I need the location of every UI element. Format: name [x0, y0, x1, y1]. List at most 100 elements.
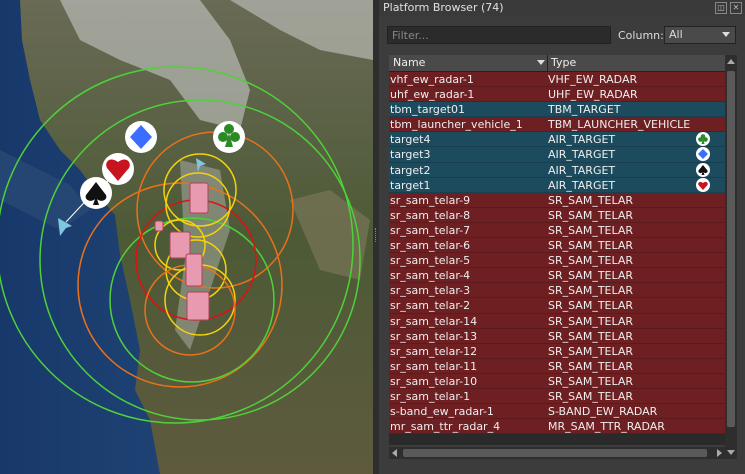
table-row[interactable]: tbm_launcher_vehicle_1 TBM_LAUNCHER_VEHIC…	[389, 117, 725, 133]
cell-type: AIR_TARGET	[548, 163, 616, 177]
table-row[interactable]: s-band_ew_radar-1 S-BAND_EW_RADAR	[389, 404, 725, 420]
cell-type: SR_SAM_TELAR	[548, 208, 634, 222]
table-row[interactable]: sr_sam_telar-2 SR_SAM_TELAR	[389, 298, 725, 314]
scroll-down-icon[interactable]	[727, 450, 735, 455]
cell-name: tbm_launcher_vehicle_1	[390, 118, 523, 132]
table-row[interactable]: sr_sam_telar-10 SR_SAM_TELAR	[389, 373, 725, 389]
cell-type: SR_SAM_TELAR	[548, 389, 634, 403]
column-header-type[interactable]: Type	[551, 56, 576, 69]
target1-marker-heart-icon[interactable]	[102, 153, 134, 185]
cell-name: sr_sam_telar-7	[390, 223, 471, 237]
table-row[interactable]: sr_sam_telar-8 SR_SAM_TELAR	[389, 207, 725, 223]
diamond-icon	[696, 147, 710, 162]
scroll-right-icon[interactable]	[717, 449, 722, 457]
splitter-grip[interactable]	[375, 228, 378, 242]
horizontal-scrollbar[interactable]	[389, 447, 725, 459]
spade-icon	[696, 162, 710, 177]
cell-name: sr_sam_telar-5	[390, 254, 471, 268]
table-row[interactable]: tbm_target01 TBM_TARGET	[389, 102, 725, 118]
close-icon[interactable]: ✕	[730, 2, 742, 14]
table-row[interactable]: uhf_ew_radar-1 UHF_EW_RADAR	[389, 87, 725, 103]
cell-type: TBM_TARGET	[548, 103, 621, 117]
heart-icon	[696, 177, 710, 192]
cell-type: SR_SAM_TELAR	[548, 374, 634, 388]
cell-name: uhf_ew_radar-1	[390, 88, 475, 102]
vertical-scroll-thumb[interactable]	[727, 71, 735, 427]
filter-input[interactable]: Filter...	[387, 26, 611, 44]
cell-name: s-band_ew_radar-1	[390, 405, 494, 419]
cell-name: sr_sam_telar-1	[390, 389, 471, 403]
cell-name: vhf_ew_radar-1	[390, 73, 474, 86]
table-row[interactable]: sr_sam_telar-4 SR_SAM_TELAR	[389, 268, 725, 284]
platform-table: Name Type vhf_ew_radar-1 VHF_EW_RADAR uhf_…	[389, 55, 725, 445]
cell-type: SR_SAM_TELAR	[548, 269, 634, 283]
cell-name: sr_sam_telar-3	[390, 284, 471, 298]
sort-descending-icon	[537, 60, 545, 65]
target4-marker-club-icon[interactable]	[213, 121, 245, 153]
table-row[interactable]: target1 AIR_TARGET	[389, 177, 725, 193]
table-row[interactable]: sr_sam_telar-9 SR_SAM_TELAR	[389, 192, 725, 208]
cell-name: sr_sam_telar-6	[390, 239, 471, 253]
cell-type: MR_SAM_TTR_RADAR	[548, 420, 665, 434]
table-row[interactable]: sr_sam_telar-14 SR_SAM_TELAR	[389, 313, 725, 329]
cell-name: target3	[390, 148, 431, 162]
table-row[interactable]: sr_sam_telar-5 SR_SAM_TELAR	[389, 253, 725, 269]
cell-type: SR_SAM_TELAR	[548, 329, 634, 343]
target3-marker-diamond-icon[interactable]	[125, 121, 157, 153]
horizontal-scroll-thumb[interactable]	[403, 449, 707, 457]
map-view[interactable]	[0, 0, 373, 474]
table-row[interactable]: target4 AIR_TARGET	[389, 132, 725, 148]
cell-name: sr_sam_telar-11	[390, 359, 478, 373]
cell-type: S-BAND_EW_RADAR	[548, 405, 658, 419]
scroll-left-icon[interactable]	[392, 449, 397, 457]
map-canvas[interactable]	[0, 0, 373, 474]
cell-type: SR_SAM_TELAR	[548, 254, 634, 268]
table-row[interactable]: mr_sam_ttr_radar_4 MR_SAM_TTR_RADAR	[389, 419, 725, 435]
vertical-scrollbar[interactable]	[725, 55, 737, 459]
platform-browser-panel: Platform Browser (74) ◫ ✕ Filter... Colu…	[379, 0, 745, 474]
cell-name: target1	[390, 178, 431, 192]
table-row[interactable]: target3 AIR_TARGET	[389, 147, 725, 163]
scroll-up-icon[interactable]	[727, 59, 735, 64]
club-icon	[696, 132, 710, 147]
cell-type: UHF_EW_RADAR	[548, 88, 638, 102]
column-select-value: All	[669, 28, 683, 41]
cell-name: sr_sam_telar-4	[390, 269, 471, 283]
table-row[interactable]: sr_sam_telar-6 SR_SAM_TELAR	[389, 238, 725, 254]
table-row[interactable]: target2 AIR_TARGET	[389, 162, 725, 178]
cell-name: sr_sam_telar-13	[390, 329, 478, 343]
cell-type: AIR_TARGET	[548, 133, 616, 147]
table-row[interactable]: sr_sam_telar-12 SR_SAM_TELAR	[389, 343, 725, 359]
panel-title: Platform Browser (74)	[383, 1, 504, 14]
table-row[interactable]: sr_sam_telar-13 SR_SAM_TELAR	[389, 328, 725, 344]
column-select[interactable]: All	[664, 26, 736, 44]
table-row[interactable]: sr_sam_telar-7 SR_SAM_TELAR	[389, 222, 725, 239]
column-header-name[interactable]: Name	[393, 56, 425, 69]
cell-name: sr_sam_telar-9	[390, 193, 471, 207]
column-label: Column:	[618, 29, 664, 42]
cell-type: SR_SAM_TELAR	[548, 359, 634, 373]
cell-type: SR_SAM_TELAR	[548, 314, 634, 328]
cell-name: target2	[390, 163, 431, 177]
column-divider[interactable]	[547, 55, 548, 71]
table-row[interactable]: sr_sam_telar-11 SR_SAM_TELAR	[389, 358, 725, 374]
cell-name: mr_sam_ttr_radar_4	[390, 420, 501, 434]
cell-name: sr_sam_telar-2	[390, 299, 471, 313]
cell-type: TBM_LAUNCHER_VEHICLE	[548, 118, 691, 132]
table-row[interactable]: sr_sam_telar-1 SR_SAM_TELAR	[389, 388, 725, 405]
cell-type: SR_SAM_TELAR	[548, 223, 634, 237]
cell-type: SR_SAM_TELAR	[548, 299, 634, 313]
cell-name: tbm_target01	[390, 103, 465, 117]
cell-type: AIR_TARGET	[548, 148, 616, 162]
cell-name: sr_sam_telar-8	[390, 208, 471, 222]
cell-name: sr_sam_telar-10	[390, 374, 478, 388]
cell-type: SR_SAM_TELAR	[548, 284, 634, 298]
table-row[interactable]: sr_sam_telar-3 SR_SAM_TELAR	[389, 283, 725, 299]
cell-type: AIR_TARGET	[548, 178, 616, 192]
cell-type: VHF_EW_RADAR	[548, 73, 638, 86]
target2-marker-spade-icon[interactable]	[80, 177, 112, 209]
float-icon[interactable]: ◫	[715, 2, 727, 14]
panel-titlebar: Platform Browser (74) ◫ ✕	[379, 0, 745, 16]
cell-name: sr_sam_telar-12	[390, 344, 478, 358]
table-row[interactable]: vhf_ew_radar-1 VHF_EW_RADAR	[389, 72, 725, 88]
